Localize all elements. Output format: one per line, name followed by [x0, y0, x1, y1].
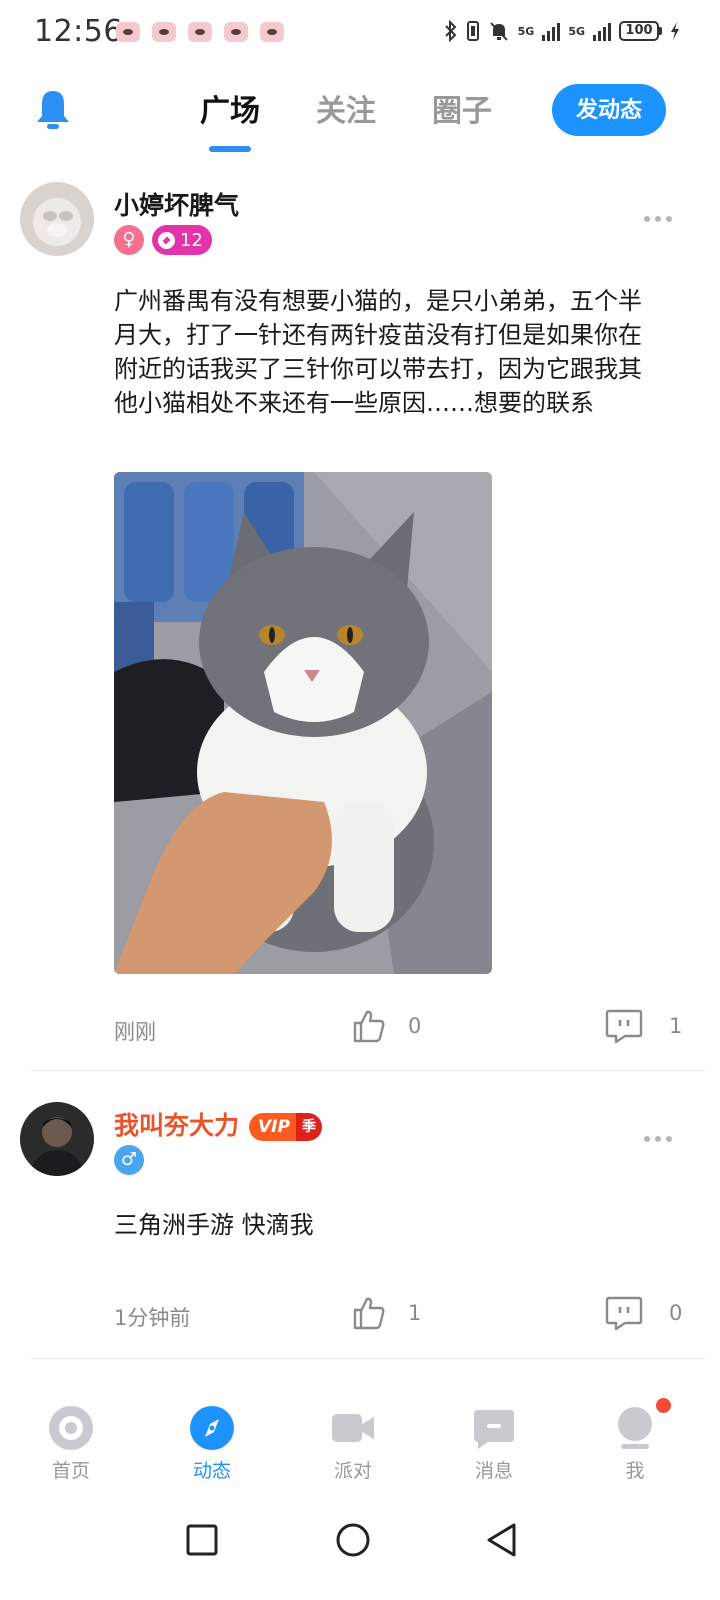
nav-me[interactable]: 我 [595, 1398, 675, 1483]
bluetooth-icon [444, 20, 457, 42]
male-icon: ♂ [114, 1145, 144, 1175]
like-count: 1 [408, 1301, 422, 1325]
circle-icon [336, 1523, 370, 1557]
nav-party-label: 派对 [333, 1460, 372, 1482]
message-icon [472, 1406, 516, 1450]
level-value: 12 [180, 229, 203, 251]
username[interactable]: 我叫夯大力 VIP 季 [114, 1106, 322, 1142]
nav-home[interactable]: 首页 [31, 1406, 111, 1483]
recents-button[interactable] [172, 1510, 232, 1570]
feed-tabs: 广场 关注 圈子 [200, 86, 492, 130]
like-button[interactable]: 0 [352, 1008, 421, 1044]
notification-icon [188, 22, 212, 42]
female-icon: ♀ [114, 225, 144, 255]
thumbs-up-icon [353, 1010, 385, 1043]
comment-count: 1 [669, 1014, 683, 1038]
divider [30, 1070, 706, 1071]
tab-following[interactable]: 关注 [316, 86, 376, 130]
status-time: 12:56 [34, 14, 123, 49]
home-button[interactable] [323, 1510, 383, 1570]
battery-icon: 100 [619, 21, 662, 41]
comment-button[interactable]: 0 [605, 1295, 682, 1331]
post-text: 广州番禺有没有想要小猫的，是只小弟弟，五个半月大，打了一针还有两针疫苗没有打但是… [114, 287, 642, 417]
network-label: 5G [517, 24, 535, 38]
battery-level: 100 [619, 21, 659, 41]
user-badges: ♂ [114, 1145, 144, 1175]
like-button[interactable]: 1 [352, 1295, 421, 1331]
username-text: 我叫夯大力 [114, 1111, 240, 1140]
post-time: 刚刚 [114, 1020, 156, 1044]
user-badges: ♀ 12 [114, 225, 212, 255]
comment-count: 0 [669, 1301, 683, 1325]
nav-moments-label: 动态 [192, 1460, 231, 1482]
back-triangle-icon [487, 1523, 516, 1557]
vip-season: 季 [295, 1113, 322, 1141]
gem-icon [158, 231, 175, 249]
nav-me-label: 我 [625, 1460, 645, 1482]
mute-bell-icon [489, 22, 508, 41]
party-camera-icon [331, 1406, 375, 1450]
bottom-nav: 首页 动态 派对 消息 我 [0, 1392, 720, 1492]
post-image[interactable] [114, 472, 492, 974]
notification-icon [260, 22, 284, 42]
nav-moments[interactable]: 动态 [172, 1406, 252, 1483]
charging-icon [671, 22, 679, 40]
thumbs-up-icon [353, 1297, 385, 1330]
tab-square[interactable]: 广场 [200, 86, 260, 130]
more-options-icon[interactable] [644, 216, 672, 222]
home-icon [49, 1406, 93, 1450]
back-button[interactable] [472, 1510, 532, 1570]
level-badge: 12 [152, 225, 212, 255]
post-time: 1分钟前 [114, 1306, 191, 1330]
nav-messages[interactable]: 消息 [454, 1406, 534, 1483]
system-nav-bar [0, 1492, 720, 1600]
signal-icon [542, 21, 561, 41]
nav-home-label: 首页 [51, 1460, 90, 1482]
vip-badge: VIP 季 [249, 1113, 322, 1141]
comment-icon [605, 1296, 643, 1331]
post-text: 三角洲手游 快滴我 [114, 1211, 314, 1239]
notification-badge [656, 1398, 671, 1413]
avatar[interactable] [20, 182, 94, 256]
notification-icons [116, 22, 284, 42]
status-right: 5G 5G 100 [444, 20, 680, 42]
comment-button[interactable]: 1 [605, 1008, 682, 1044]
notification-icon [224, 22, 248, 42]
avatar[interactable] [20, 1102, 94, 1176]
square-icon [186, 1524, 218, 1556]
vip-label: VIP [249, 1113, 296, 1141]
divider [30, 1358, 706, 1359]
status-bar: 12:56 5G 5G 100 [0, 0, 720, 66]
tab-circles[interactable]: 圈子 [432, 86, 492, 130]
like-count: 0 [408, 1014, 422, 1038]
vibrate-icon [466, 21, 479, 41]
profile-icon [613, 1398, 671, 1450]
more-options-icon[interactable] [644, 1136, 672, 1142]
post-button[interactable]: 发动态 [552, 84, 666, 136]
comment-icon [605, 1009, 643, 1044]
nav-party[interactable]: 派对 [313, 1406, 393, 1483]
compass-icon [190, 1406, 234, 1450]
username[interactable]: 小婷坏脾气 [114, 186, 239, 222]
nav-messages-label: 消息 [474, 1460, 513, 1482]
bell-icon[interactable] [34, 88, 72, 132]
network-label: 5G [568, 24, 585, 38]
top-nav: 广场 关注 圈子 发动态 [0, 66, 720, 166]
signal-icon [593, 21, 611, 41]
notification-icon [152, 22, 176, 42]
notification-icon [116, 22, 140, 42]
